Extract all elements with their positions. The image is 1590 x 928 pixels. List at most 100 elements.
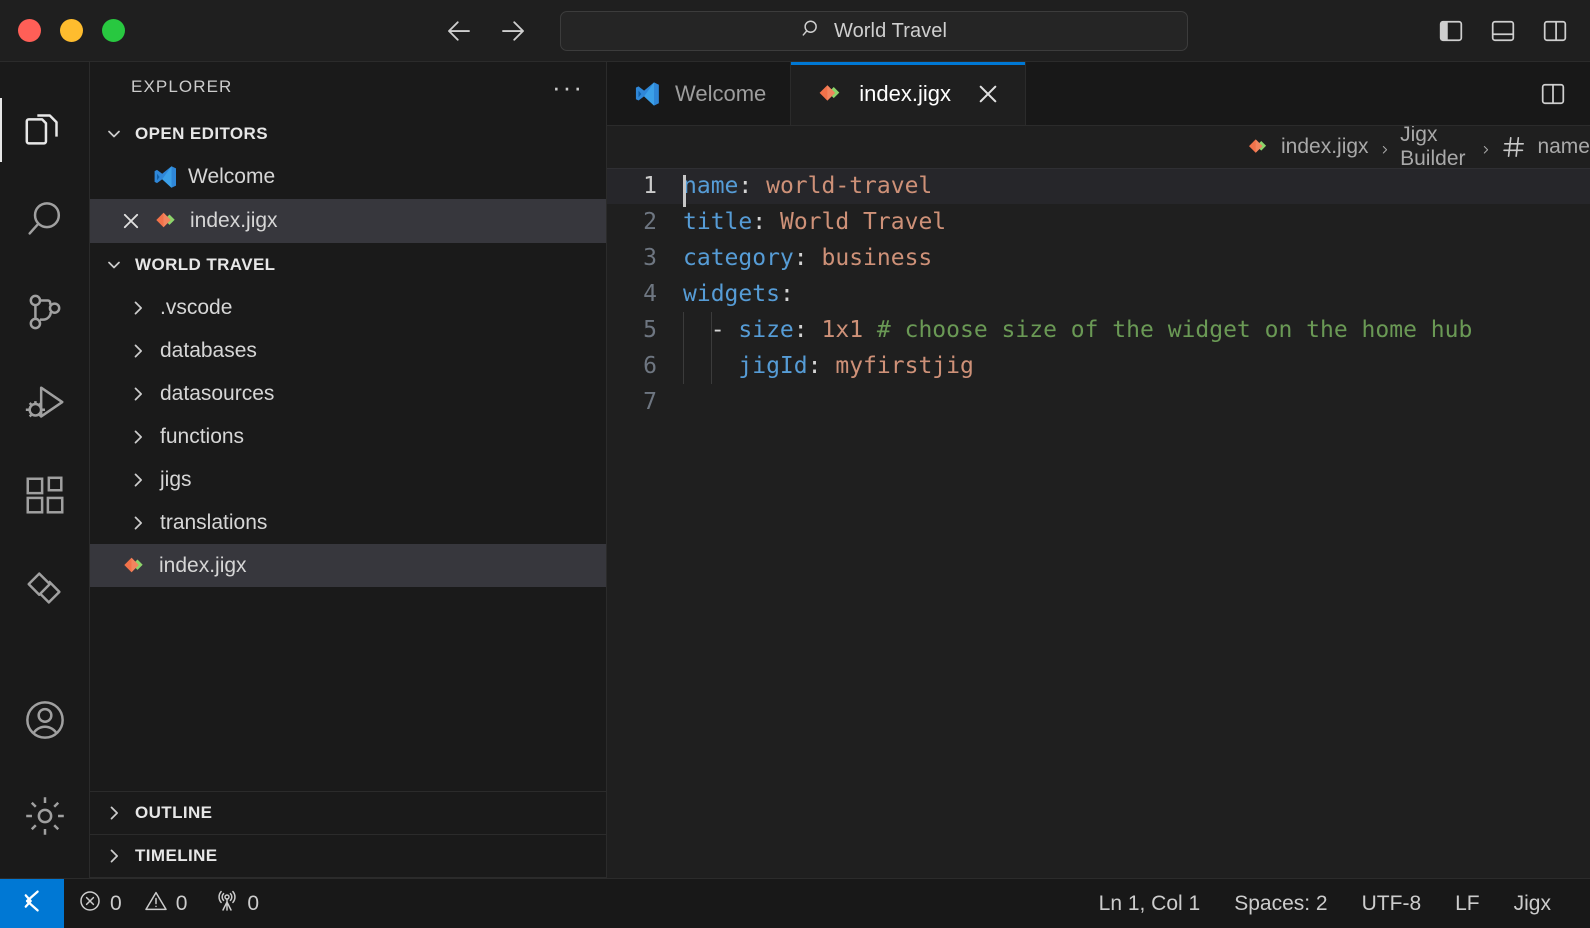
jigx-file-icon [1245,134,1271,160]
activity-item-search[interactable] [0,176,90,268]
folder-item-jigs[interactable]: jigs [90,458,606,501]
code-token: name [683,173,739,199]
file-label: index.jigx [159,553,247,577]
source-control-icon [22,289,68,340]
vscode-logo-icon [150,163,178,191]
section-label: OUTLINE [135,803,213,822]
open-editor-item-welcome[interactable]: Welcome [90,155,606,199]
status-indentation[interactable]: Spaces: 2 [1217,879,1344,928]
activity-item-jigx[interactable] [0,544,90,636]
status-eol[interactable]: LF [1438,879,1497,928]
folder-item-functions[interactable]: functions [90,415,606,458]
sidebar-empty-space [90,587,606,791]
code-line[interactable]: 4 widgets: [607,276,1590,312]
folder-label: translations [160,510,268,534]
status-problems[interactable]: 0 0 [64,879,201,928]
code-token: jigId [738,353,808,379]
toggle-panel-icon[interactable] [1490,18,1516,44]
indent-guide [710,312,712,348]
split-editor-right-icon[interactable] [1540,81,1566,107]
close-window-button[interactable] [18,19,41,42]
title-bar: World Travel [0,0,1590,62]
section-outline[interactable]: OUTLINE [90,792,606,835]
status-encoding[interactable]: UTF-8 [1345,879,1439,928]
command-center[interactable]: World Travel [560,11,1188,51]
activity-bar [0,62,90,878]
jigx-file-icon [815,79,845,109]
status-language-mode[interactable]: Jigx [1497,879,1568,928]
line-number: 3 [643,245,657,271]
back-arrow-icon[interactable] [444,16,474,46]
code-line[interactable]: 7 [607,384,1590,420]
editor-tabs-bar: Welcome index.jigx [607,62,1590,126]
folder-label: databases [160,338,257,362]
open-editor-item-index-jigx[interactable]: index.jigx [90,199,606,243]
status-bar: 0 0 0 Ln 1, Col 1 Spaces: 2 UTF-8 LF Jig… [0,878,1590,928]
line-number: 6 [643,353,657,379]
close-icon[interactable] [975,81,1001,107]
code-token: : [779,281,794,307]
maximize-window-button[interactable] [102,19,125,42]
folder-item-databases[interactable]: databases [90,329,606,372]
breadcrumb-item-builder[interactable]: Jigx Builder [1400,123,1470,171]
chevron-down-icon [104,255,124,275]
vscode-logo-icon [631,79,661,109]
remote-window-indicator[interactable] [0,878,64,928]
activity-item-settings[interactable] [0,770,90,866]
indent-guide [683,348,684,384]
forward-arrow-icon[interactable] [498,16,528,46]
activity-item-accounts[interactable] [0,674,90,770]
tab-label: index.jigx [859,80,952,106]
code-line[interactable]: 5 - size: 1x1 # choose size of the widge… [607,312,1590,348]
code-token: : [807,353,822,379]
code-token: category [683,245,794,271]
chevron-right-icon [128,470,148,490]
status-cursor-position[interactable]: Ln 1, Col 1 [1082,879,1218,928]
sidebar-title: EXPLORER [131,77,233,96]
minimize-window-button[interactable] [60,19,83,42]
section-label: OPEN EDITORS [135,123,268,143]
run-debug-icon [22,381,68,432]
section-workspace[interactable]: WORLD TRAVEL [90,243,606,286]
section-label: TIMELINE [135,846,218,865]
code-line-text: - size: 1x1 # choose size of the widget … [683,317,1473,343]
activity-item-explorer[interactable] [0,84,90,176]
file-item-index-jigx[interactable]: index.jigx [90,544,606,587]
activity-item-source-control[interactable] [0,268,90,360]
folder-item-translations[interactable]: translations [90,501,606,544]
command-center-text: World Travel [833,19,948,42]
sidebar-more-actions-button[interactable]: ··· [552,74,584,100]
close-icon[interactable] [120,210,142,232]
toggle-secondary-sidebar-icon[interactable] [1542,18,1568,44]
code-token: # choose size of the widget on the home … [876,317,1473,343]
section-open-editors[interactable]: OPEN EDITORS [90,112,606,155]
code-line[interactable]: 6 jigId: myfirstjig [607,348,1590,384]
code-editor[interactable]: 1 name: world-travel 2 title: World Travel 3… [607,168,1590,878]
breadcrumb-item-file[interactable]: index.jigx [1281,135,1369,159]
breadcrumb-item-symbol[interactable]: name [1537,135,1590,159]
chevron-down-icon [104,124,124,144]
chevron-right-icon [128,513,148,533]
code-line[interactable]: 2 title: World Travel [607,204,1590,240]
code-line-text: category: business [683,245,932,271]
activity-item-run-and-debug[interactable] [0,360,90,452]
folder-item-datasources[interactable]: datasources [90,372,606,415]
status-ports[interactable]: 0 [201,879,273,928]
open-editor-label: index.jigx [190,209,278,232]
activity-item-extensions[interactable] [0,452,90,544]
tab-index-jigx[interactable]: index.jigx [791,62,1027,125]
folder-item-vscode[interactable]: .vscode [90,286,606,329]
code-line[interactable]: 3 category: business [607,240,1590,276]
toggle-primary-sidebar-icon[interactable] [1438,18,1464,44]
section-timeline[interactable]: TIMELINE [90,835,606,878]
chevron-right-icon [104,803,124,823]
code-token: size [738,317,794,343]
code-line[interactable]: 1 name: world-travel [607,168,1590,207]
tab-welcome[interactable]: Welcome [607,62,792,125]
